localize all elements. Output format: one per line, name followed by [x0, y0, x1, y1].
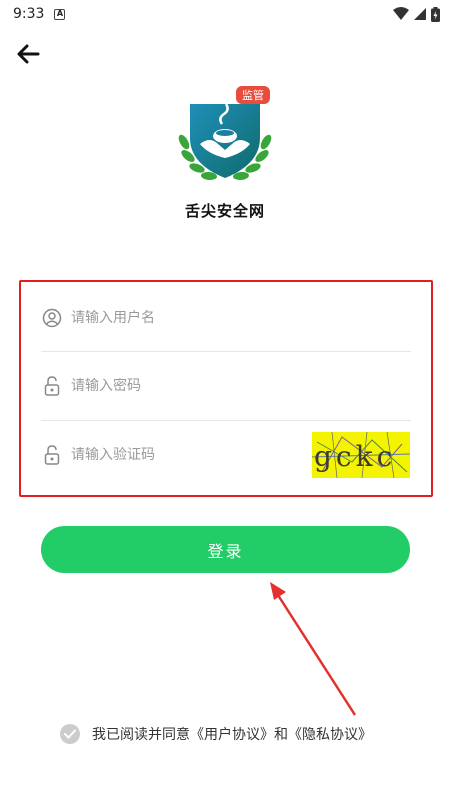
- status-icons: [393, 6, 440, 22]
- captcha-text: gckc: [314, 440, 397, 473]
- status-bar: 9:33 A: [0, 0, 450, 28]
- lock-icon: [41, 444, 63, 466]
- battery-icon: [431, 6, 440, 22]
- logo-badge-text: 监管: [242, 88, 264, 102]
- username-field-row: [41, 284, 411, 352]
- login-button[interactable]: 登录: [41, 526, 410, 573]
- agreement-text[interactable]: 我已阅读并同意《用户协议》和《隐私协议》: [92, 724, 372, 744]
- agreement-checkbox[interactable]: [60, 724, 80, 744]
- user-icon: [41, 307, 63, 329]
- agreement-row: 我已阅读并同意《用户协议》和《隐私协议》: [60, 722, 410, 746]
- password-field-row: [41, 352, 411, 420]
- back-button[interactable]: [10, 36, 46, 72]
- wifi-icon: [393, 7, 409, 20]
- arrow-left-icon: [17, 44, 40, 64]
- check-icon: [64, 729, 76, 739]
- signal-icon: [414, 8, 426, 20]
- app-logo: 监管: [178, 86, 272, 181]
- captcha-input[interactable]: [71, 447, 306, 463]
- lock-icon: [41, 375, 63, 397]
- username-input[interactable]: [71, 310, 411, 326]
- password-input[interactable]: [71, 378, 411, 394]
- notification-icon: A: [54, 8, 66, 20]
- status-time: 9:33: [13, 6, 45, 22]
- captcha-image[interactable]: gckc: [312, 432, 410, 478]
- app-name: 舌尖安全网: [184, 202, 265, 220]
- captcha-field-row: [41, 421, 306, 489]
